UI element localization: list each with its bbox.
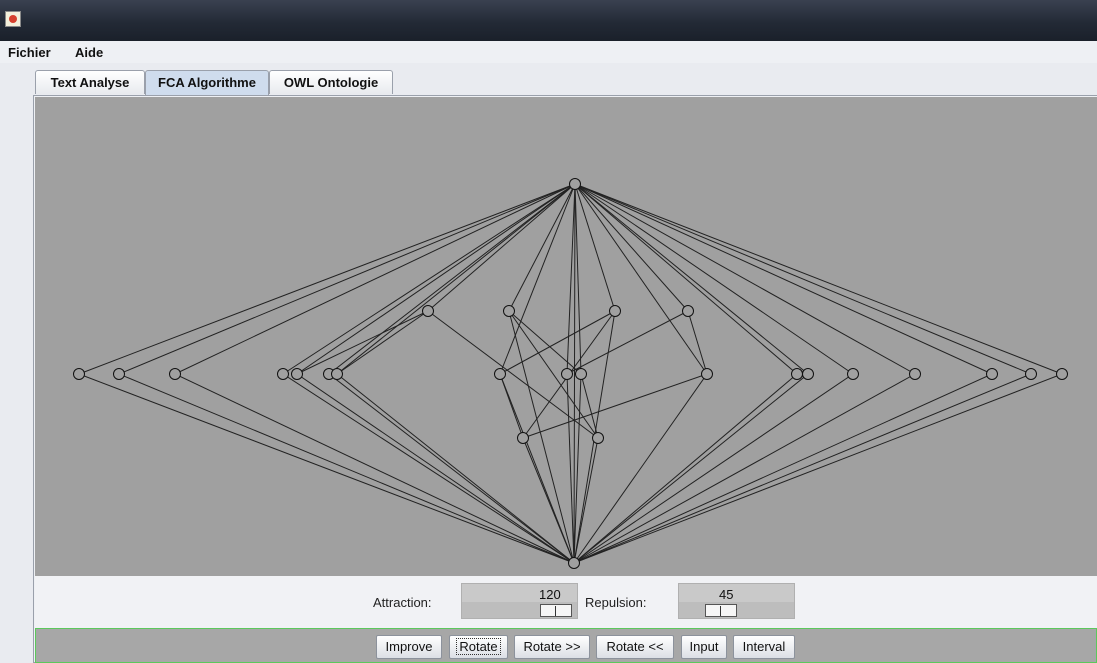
lattice-edge — [296, 310, 429, 375]
lattice-edge — [573, 373, 1063, 564]
lattice-node[interactable] — [609, 305, 621, 317]
lattice-node[interactable] — [1056, 368, 1068, 380]
lattice-node[interactable] — [277, 368, 289, 380]
lattice-node[interactable] — [909, 368, 921, 380]
lattice-node[interactable] — [791, 368, 803, 380]
attraction-label: Attraction: — [373, 595, 432, 610]
lattice-edge — [574, 183, 582, 375]
lattice-edge — [174, 373, 575, 564]
improve-button[interactable]: Improve — [376, 635, 442, 659]
lattice-node[interactable] — [291, 368, 303, 380]
attraction-slider-thumb[interactable] — [540, 604, 572, 617]
lattice-edge — [574, 183, 854, 375]
rotate-button[interactable]: Rotate — [449, 635, 508, 659]
rotate-back-button[interactable]: Rotate << — [596, 635, 674, 659]
lattice-edge — [574, 183, 1063, 375]
lattice-edge — [687, 310, 708, 375]
interval-button[interactable]: Interval — [733, 635, 795, 659]
lattice-edge — [573, 373, 798, 564]
lattice-edge — [574, 183, 1032, 375]
lattice-edge — [522, 437, 575, 564]
lattice-edge — [573, 373, 809, 564]
lattice-edge — [508, 183, 576, 312]
lattice-edge — [574, 183, 708, 375]
lattice-edge — [566, 310, 689, 375]
lattice-node[interactable] — [517, 432, 529, 444]
lattice-node[interactable] — [503, 305, 515, 317]
lattice-edge — [574, 183, 689, 312]
window-titlebar[interactable] — [0, 0, 1097, 41]
lattice-node[interactable] — [113, 368, 125, 380]
lattice-node[interactable] — [422, 305, 434, 317]
concept-lattice-graph[interactable] — [35, 97, 1097, 576]
lattice-edge — [118, 183, 576, 375]
lattice-edge — [522, 373, 708, 439]
lattice-edge — [574, 183, 809, 375]
lattice-node[interactable] — [986, 368, 998, 380]
lattice-node[interactable] — [568, 557, 580, 569]
attraction-value: 120 — [539, 587, 561, 602]
lattice-canvas[interactable] — [35, 97, 1097, 576]
lattice-node[interactable] — [682, 305, 694, 317]
lattice-edge — [336, 373, 575, 564]
lattice-edge — [574, 183, 993, 375]
lattice-node[interactable] — [1025, 368, 1037, 380]
repulsion-label: Repulsion: — [585, 595, 647, 610]
lattice-node[interactable] — [569, 178, 581, 190]
lattice-node[interactable] — [802, 368, 814, 380]
lattice-node[interactable] — [575, 368, 587, 380]
lattice-edge — [573, 183, 576, 564]
lattice-edge — [574, 183, 798, 375]
force-controls: Attraction: 120 Repulsion: 45 — [35, 576, 1097, 628]
lattice-edge — [336, 310, 429, 375]
lattice-edge — [328, 183, 576, 375]
lattice-node[interactable] — [331, 368, 343, 380]
lattice-edge — [573, 373, 993, 564]
rotate-forward-button[interactable]: Rotate >> — [514, 635, 590, 659]
lattice-node[interactable] — [592, 432, 604, 444]
lattice-edge — [174, 183, 576, 375]
lattice-edge — [573, 373, 708, 564]
lattice-node[interactable] — [73, 368, 85, 380]
menu-bar: Fichier Aide — [0, 41, 1097, 63]
tab-owl-ontologie[interactable]: OWL Ontologie — [269, 70, 393, 94]
java-cup-icon[interactable] — [5, 11, 21, 27]
lattice-edge — [566, 183, 576, 375]
lattice-edge — [573, 373, 1032, 564]
lattice-edge — [574, 183, 916, 375]
tab-text-analyse[interactable]: Text Analyse — [35, 70, 145, 94]
lattice-edge — [499, 373, 524, 439]
lattice-edge — [427, 183, 576, 312]
input-button[interactable]: Input — [681, 635, 727, 659]
lattice-edge — [118, 373, 575, 564]
lattice-node[interactable] — [701, 368, 713, 380]
lattice-node[interactable] — [169, 368, 181, 380]
repulsion-slider-thumb[interactable] — [705, 604, 737, 617]
attraction-slider[interactable]: 120 — [461, 583, 578, 619]
repulsion-slider[interactable]: 45 — [678, 583, 795, 619]
lattice-edge — [573, 373, 854, 564]
menu-aide[interactable]: Aide — [75, 45, 103, 60]
button-bar: Improve Rotate Rotate >> Rotate << Input… — [35, 628, 1097, 663]
tab-fca-algorithme[interactable]: FCA Algorithme — [145, 70, 269, 95]
rotate-button-label: Rotate — [456, 638, 501, 655]
lattice-edge — [336, 183, 576, 375]
menu-fichier[interactable]: Fichier — [8, 45, 51, 60]
lattice-node[interactable] — [847, 368, 859, 380]
repulsion-value: 45 — [719, 587, 734, 602]
lattice-node[interactable] — [494, 368, 506, 380]
lattice-node[interactable] — [561, 368, 573, 380]
lattice-edge — [508, 310, 582, 375]
